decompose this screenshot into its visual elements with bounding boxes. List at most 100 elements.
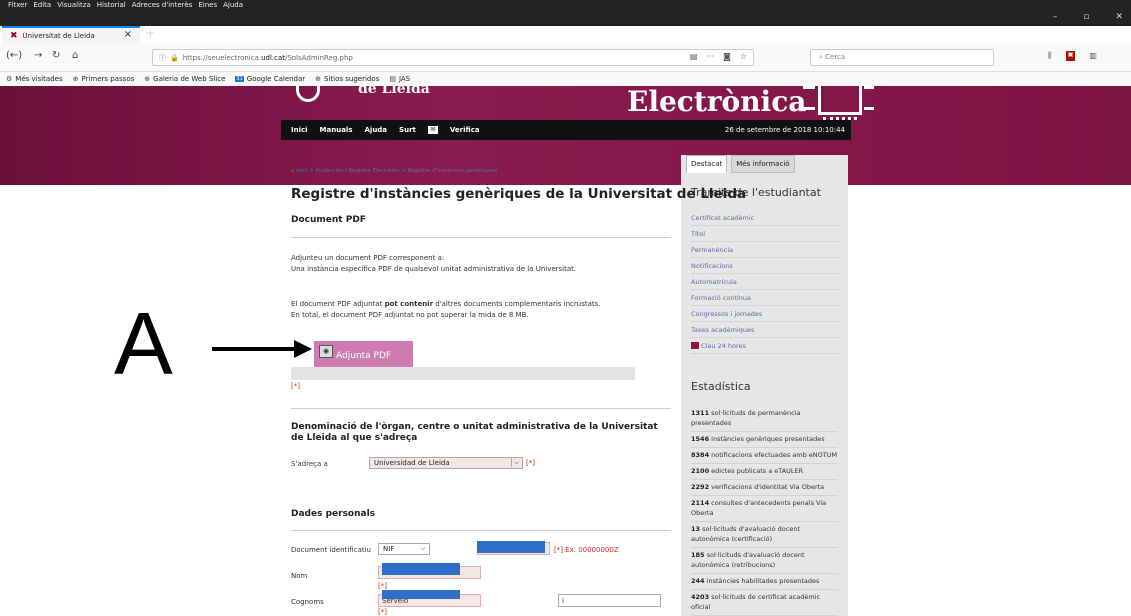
globe-icon: ⊕ [315,75,322,83]
link-congressos[interactable]: Congressos i jornades [691,306,841,322]
reload-icon[interactable]: ↻ [52,50,60,61]
url-path: /SolsAdminReg.php [285,53,353,62]
stat-item: 185 sol·licituds d'avaluació docent auto… [691,548,838,574]
current-datetime: 26 de setembre de 2018 10:10:44 [724,126,845,134]
key-icon [691,342,699,349]
link-permanencia[interactable]: Permanència [691,242,841,258]
menu-visualitza[interactable]: Visualitza [57,1,91,9]
stat-text: sol·licituds d'avaluació docent autonòmi… [691,551,805,569]
maximize-icon[interactable]: ▫ [1083,12,1089,22]
stat-item: 13 sol·licituds d'avaluació docent auton… [691,522,838,548]
page-actions-icon[interactable]: ··· [706,52,714,61]
site-nav-items: Inici Manuals Ajuda Surt ✉ Verifica [291,126,480,134]
nom-label: Nom [291,572,308,580]
doc-label: Document identificatiu [291,546,371,554]
stat-number: 1311 [691,409,710,417]
stat-text: edictes publicats a eTAULER [711,467,804,475]
adreca-select[interactable]: Universidad de Lleida ⌵ [369,457,523,469]
search-input[interactable]: ⌕ Cerca [810,49,994,66]
link-notificacions[interactable]: Notificacions [691,258,841,274]
close-window-icon[interactable]: ✕ [1115,12,1123,22]
bookmark-mes-visitades[interactable]: ⚙ Més visitades [6,75,63,83]
search-placeholder: Cerca [825,53,846,61]
bookmark-primers-passos[interactable]: ⊕ Primers passos [73,75,135,83]
menu-eines[interactable]: Eines [198,1,217,9]
nav-ajuda[interactable]: Ajuda [365,126,388,134]
gear-icon: ⚙ [6,75,13,83]
stat-number: 8384 [691,451,710,459]
lock-icon[interactable]: 🔒 [170,54,179,62]
minimize-icon[interactable]: – [1053,12,1058,22]
section-org-heading: Denominació de l'òrgan, centre o unitat … [291,422,658,443]
menu-list: Fitxer Edita Visualitza Historial Adrece… [8,1,243,9]
link-clau24[interactable]: Clau 24 hores [691,338,841,354]
link-titol[interactable]: Títol [691,226,841,242]
stat-number: 185 [691,551,705,559]
site-nav: Inici Manuals Ajuda Surt ✉ Verifica 26 d… [281,120,851,140]
tab-close-icon[interactable]: × [124,29,132,40]
back-icon[interactable]: (←) [6,50,22,61]
chip-lines-left [803,86,815,110]
cognoms2-input[interactable]: i [558,594,661,607]
breadcrumb[interactable]: ⌂ Inici > Instàncies i Registre Electròn… [291,168,497,174]
menu-fitxer[interactable]: Fitxer [8,1,27,9]
menu-edita[interactable]: Edita [33,1,51,9]
stat-item: 244 instàncies habilitades presentades [691,574,838,590]
banner-right-text: Electrònica [627,85,807,118]
menu-adreces[interactable]: Adreces d'interès [132,1,193,9]
link-formacio[interactable]: Formació contínua [691,290,841,306]
stat-number: 2292 [691,483,710,491]
doc-type-value: NIF [383,545,395,553]
link-taxes[interactable]: Taxes acadèmiques [691,322,841,338]
bookmark-label: Primers passos [81,75,135,83]
bookmark-star-icon[interactable]: ☆ [740,52,747,61]
sidebar-icon[interactable]: ▥ [1089,51,1097,61]
stat-number: 2114 [691,499,710,507]
menu-historial[interactable]: Historial [97,1,126,9]
link-certificat[interactable]: Certificat acadèmic [691,210,841,226]
browser-tab[interactable]: ✖ Universitat de Lleida × [2,26,140,43]
url-host: udl.cat [261,53,286,62]
home-icon[interactable]: ⌂ [72,50,78,61]
required-marker: [*] [291,382,300,390]
stat-text: sol·licituds d'avaluació docent autonòmi… [691,525,800,543]
doc-type-select[interactable]: NIF ⌵ [378,543,430,555]
stat-item: 1546 instàncies genèriques presentades [691,432,838,448]
bookmark-galeria[interactable]: ⊕ Galeria de Web Slice [144,75,225,83]
info-icon[interactable]: ⓘ [159,53,166,63]
divider [291,237,671,238]
pocket-icon[interactable]: ◙ [723,52,731,61]
nav-surt[interactable]: Surt [399,126,416,134]
url-bar[interactable]: ⓘ 🔒 https://seuelectronica. udl.cat/SolsA… [152,49,754,66]
chevron-down-icon: ⌵ [511,458,521,467]
stat-item: 2114 consultes d'antecedents penals Via … [691,496,838,522]
adreca-value: Universidad de Lleida [374,459,450,467]
stat-text: instàncies habilitades presentades [706,577,820,585]
menu-ajuda[interactable]: Ajuda [223,1,243,9]
link-automatricula[interactable]: Automatrícula [691,274,841,290]
mail-icon[interactable]: ✉ [427,126,438,134]
url-prefix: https://seuelectronica. [182,53,262,62]
required-marker: [*] [526,459,535,467]
reader-view-icon[interactable]: ▤ [690,52,698,61]
required-marker: [*] [378,608,387,616]
bookmark-label: Galeria de Web Slice [153,75,226,83]
page-title: Registre d'instàncies genèriques de la U… [291,186,747,202]
doc-hint: [*] Ex. 00000000Z [554,546,619,554]
nav-manuals[interactable]: Manuals [320,126,353,134]
adreca-label: S'adreça a [291,460,328,468]
bookmark-google-calendar[interactable]: 31 Google Calendar [235,75,305,83]
nav-inici[interactable]: Inici [291,126,308,134]
toolbar-icons: ⫼ ▣ ▥ [1048,51,1097,61]
library-icon[interactable]: ⫼ [1048,51,1052,61]
breadcrumb-text: Inici > Instàncies i Registre Electrònic… [296,168,498,174]
banner-left-text: de Lleida [358,81,430,97]
tab-destacat[interactable]: Destacat [686,155,728,173]
forward-icon[interactable]: → [34,50,42,61]
attach-pdf-button[interactable]: ◉ Adjunta PDF [314,341,413,367]
new-tab-icon[interactable]: + [145,26,156,41]
stat-number: 244 [691,577,705,585]
tab-mes-informacio[interactable]: Més informació [731,155,795,173]
nav-verifica[interactable]: Verifica [450,126,480,134]
pdf-icon[interactable]: ▣ [1065,51,1076,61]
